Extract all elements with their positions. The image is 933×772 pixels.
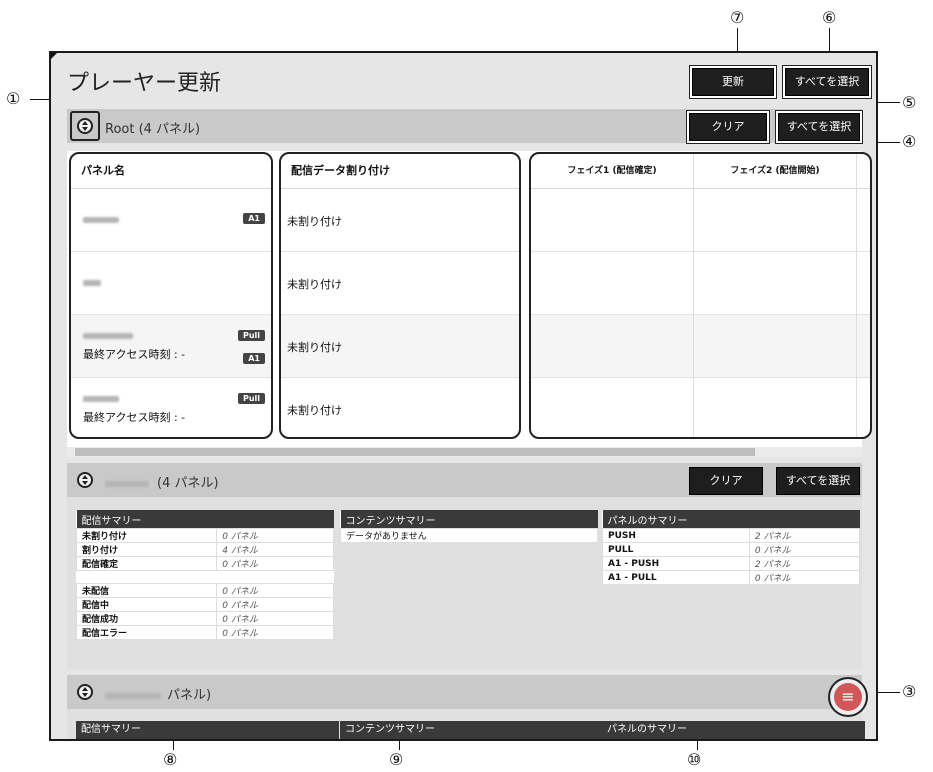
panel-summary-table: パネルのサマリー PUSH 2 パネル PULL 0 パネル A1 - PUSH 2 …: [602, 510, 861, 585]
assignment-column: 配信データ割り付け 未割り付け 未割り付け 未割り付け 未割り付け: [279, 152, 521, 439]
group-header-root: Root (4 パネル) クリア すべてを選択: [67, 109, 862, 143]
callout-5: ⑤: [902, 93, 917, 112]
select-all-button-root[interactable]: すべてを選択: [778, 113, 860, 141]
assignment-cell[interactable]: 未割り付け: [281, 189, 519, 252]
callout-6: ⑥: [822, 8, 837, 27]
col-header-phase1: フェイズ1 (配信確定): [567, 166, 657, 176]
tag-pull: Pull: [237, 393, 265, 404]
horizontal-scrollbar[interactable]: [67, 447, 862, 457]
assignment-text: 未割り付け: [287, 215, 342, 228]
assignment-text: 未割り付け: [287, 278, 342, 291]
panel-row[interactable]: 最終アクセス時刻 : - Pull A1: [71, 315, 271, 378]
group3-panel-header: パネルのサマリー: [602, 721, 865, 739]
callout-4: ④: [902, 132, 917, 151]
callout-3: ③: [902, 682, 917, 701]
callout-9: ⑨: [389, 750, 404, 769]
tag-a1: A1: [243, 353, 265, 364]
callout-1: ①: [6, 89, 21, 108]
app-window: プレーヤー更新 更新 すべてを選択 Root (4 パネル) クリア すべてを選…: [49, 51, 878, 741]
assignment-cell[interactable]: 未割り付け: [281, 252, 519, 315]
expand-collapse-icon: [77, 118, 93, 134]
group-title-2: (4 パネル): [105, 472, 219, 491]
callout-8: ⑧: [163, 750, 178, 769]
assignment-cell[interactable]: 未割り付け: [281, 315, 519, 378]
clear-button-2[interactable]: クリア: [689, 467, 763, 495]
update-button[interactable]: 更新: [692, 68, 774, 96]
col-header-panel-name: パネル名: [71, 154, 271, 189]
group-header-3: パネル): [67, 675, 862, 709]
content-summary-empty: データがありません: [340, 528, 598, 543]
assignment-text: 未割り付け: [287, 404, 342, 417]
group3-delivery-header: 配信サマリー: [76, 721, 339, 739]
scrollbar-thumb[interactable]: [75, 448, 755, 456]
group-header-2: (4 パネル) クリア すべてを選択: [67, 463, 862, 497]
phase-columns: フェイズ1 (配信確定) フェイズ2 (配信開始): [529, 152, 872, 439]
assignment-cell[interactable]: 未割り付け: [281, 378, 519, 437]
panel-summary-header: パネルのサマリー: [602, 510, 860, 529]
group-title-root: Root (4 パネル): [105, 122, 201, 137]
clear-button-root[interactable]: クリア: [689, 113, 767, 141]
page-title: プレーヤー更新: [67, 71, 222, 96]
panel-row[interactable]: [71, 252, 271, 315]
select-all-button-top[interactable]: すべてを選択: [785, 68, 869, 96]
menu-icon: ≡: [841, 687, 855, 706]
group3-content-header: コンテンツサマリー: [340, 721, 603, 739]
col-header-phase2: フェイズ2 (配信開始): [693, 154, 856, 188]
delivery-summary-header: 配信サマリー: [76, 510, 334, 529]
col-header-assignment: 配信データ割り付け: [281, 154, 519, 189]
panel-row[interactable]: A1: [71, 189, 271, 252]
callout-7: ⑦: [730, 8, 745, 27]
phase-header-row: フェイズ1 (配信確定) フェイズ2 (配信開始): [531, 154, 870, 189]
tag-a1: A1: [243, 213, 265, 224]
menu-fab-button[interactable]: ≡: [834, 683, 862, 711]
group-title-3: パネル): [105, 684, 211, 703]
content-summary-header: コンテンツサマリー: [340, 510, 598, 529]
expand-collapse-icon[interactable]: [77, 472, 93, 488]
collapse-toggle-button[interactable]: [70, 111, 100, 141]
panel-name-column: パネル名 A1 最終アクセス時刻 : - Pull A1 最終アクセス時刻 : - P…: [69, 152, 273, 439]
last-access: 最終アクセス時刻 : -: [83, 348, 186, 361]
select-all-button-2[interactable]: すべてを選択: [776, 467, 860, 495]
last-access: 最終アクセス時刻 : -: [83, 411, 186, 424]
panel-grid: パネル名 A1 最終アクセス時刻 : - Pull A1 最終アクセス時刻 : - P…: [67, 151, 872, 447]
panel-row[interactable]: 最終アクセス時刻 : - Pull: [71, 378, 271, 437]
expand-collapse-icon[interactable]: [77, 684, 93, 700]
tag-pull: Pull: [237, 330, 265, 341]
assignment-text: 未割り付け: [287, 341, 342, 354]
callout-10: ⑩: [687, 750, 702, 769]
content-summary-table: コンテンツサマリー データがありません: [340, 510, 598, 543]
delivery-summary-table: 配信サマリー 未割り付け 0 パネル 割り付け 4 パネル 配信確定 0 パネル 未配…: [75, 510, 334, 640]
